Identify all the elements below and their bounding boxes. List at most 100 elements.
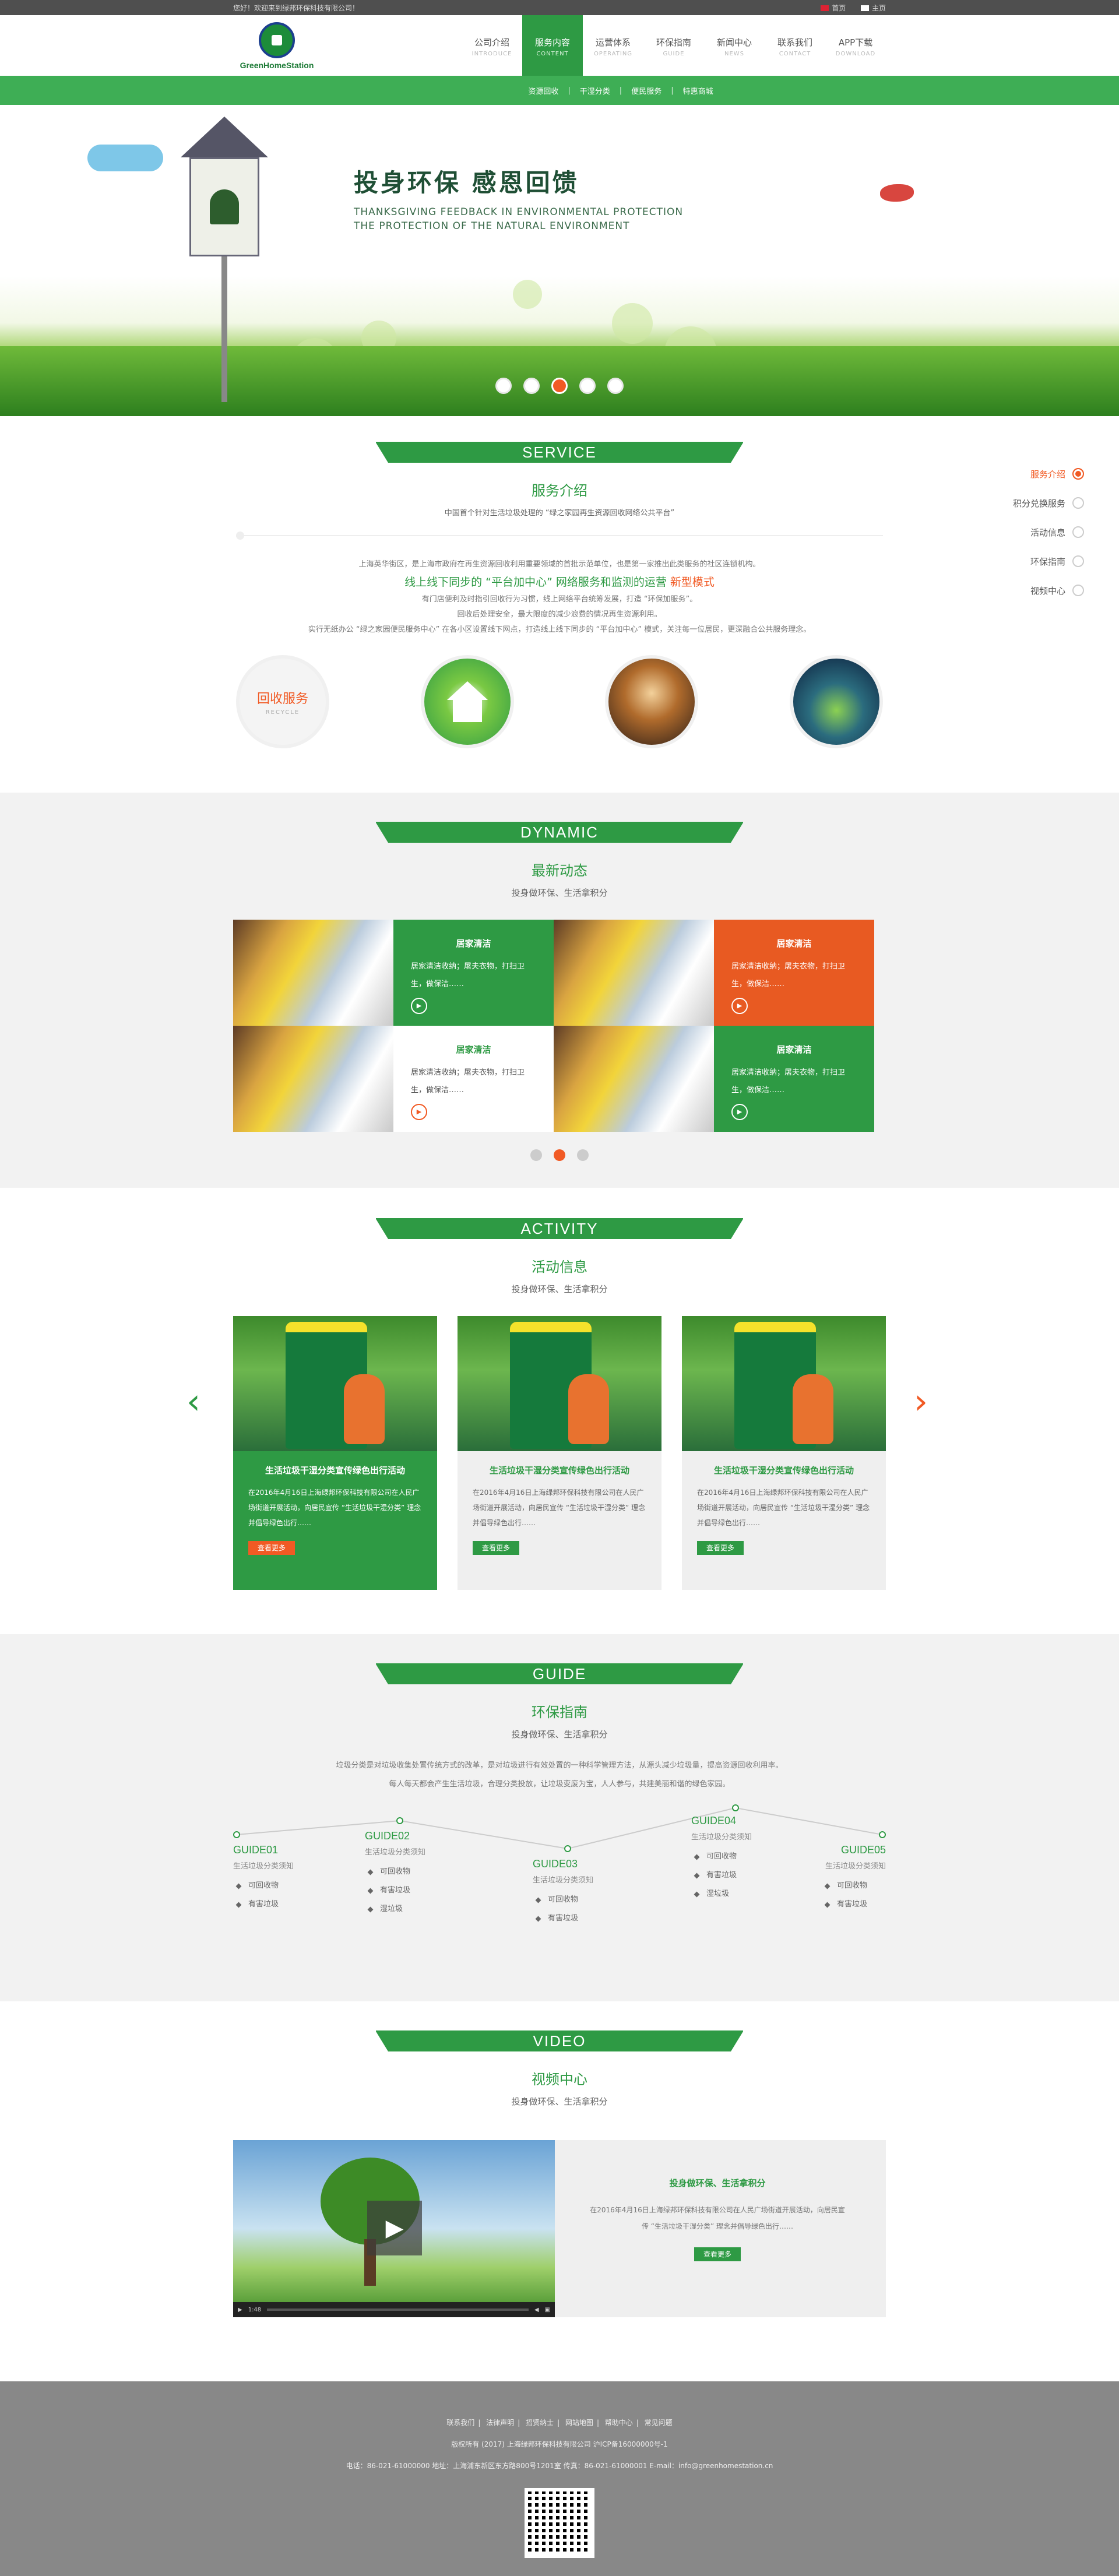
copyright: 版权所有 (2017) 上海绿邦环保科技有限公司 沪ICP备16000000号-… [451,2440,668,2448]
news-card[interactable]: 居家清洁 居家清洁收纳；屠夫衣物，打扫卫生，做保洁…… ▶ [393,920,554,1026]
news-card[interactable]: 居家清洁 居家清洁收纳；屠夫衣物，打扫卫生，做保洁…… ▶ [393,1026,554,1132]
chevron-left-icon[interactable]: ‹ [186,1384,205,1419]
footer-link[interactable]: 联系我们 [446,2419,474,2427]
news-card[interactable]: 居家清洁 居家清洁收纳；屠夫衣物，打扫卫生，做保洁…… ▶ [714,920,874,1026]
slide-dot-4[interactable] [579,378,596,394]
news-photo[interactable] [233,920,393,1026]
nav-download[interactable]: APP下载 DOWNLOAD [825,15,886,76]
news-photo[interactable] [554,920,714,1026]
lang-en-link[interactable]: 主页 [860,4,886,12]
side-nav-points[interactable]: 积分兑换服务 [991,488,1084,518]
china-flag-icon [821,5,829,11]
logo[interactable]: GreenHomeStation [233,22,321,70]
footer-link[interactable]: 招贤纳士 [526,2419,554,2427]
service-ribbon: SERVICE [375,442,744,463]
subnav-service[interactable]: 便民服务 [631,85,661,96]
footer-link[interactable]: 常见问题 [645,2419,673,2427]
service-subtitle: 中国首个针对生活垃圾处理的 “绿之家园再生资源回收网络公共平台” [444,509,675,518]
video-player[interactable]: ▶ ▶ 1:48 ◀ ▣ [233,2140,555,2317]
page-dot-2[interactable] [554,1149,565,1161]
guide-step-5[interactable]: GUIDE05 生活垃圾分类须知 可回收物 有害垃圾 [798,1844,886,1914]
video-controls: ▶ 1:48 ◀ ▣ [233,2302,555,2317]
footer-link[interactable]: 法律声明 [486,2419,514,2427]
activity-card[interactable]: 生活垃圾干湿分类宣传绿色出行活动 在2016年4月16日上海绿邦环保科技有限公司在… [458,1316,661,1590]
play-icon[interactable]: ▶ [367,2201,422,2255]
activity-photo [682,1316,886,1451]
side-nav-video[interactable]: 视频中心 [991,576,1084,605]
subnav-recycle[interactable]: 资源回收 [528,85,558,96]
subnav-mall[interactable]: 特惠商城 [683,85,713,96]
house-circle[interactable] [420,655,514,748]
logo-text: GreenHomeStation [240,61,314,70]
volume-icon[interactable]: ◀ [534,2307,539,2313]
house-icon [446,681,488,722]
banner-subtitle: THANKSGIVING FEEDBACK IN ENVIRONMENTAL P… [354,206,684,232]
guide-step-3[interactable]: GUIDE03 生活垃圾分类须知 可回收物 有害垃圾 [533,1858,620,1928]
contact-info: 电话：86-021-61000000 地址：上海浦东新区东方路800号1201室… [346,2462,773,2470]
qr-code-icon [525,2488,594,2558]
video-more-button[interactable]: 查看更多 [694,2247,741,2261]
slide-dot-5[interactable] [607,378,624,394]
guide-timeline: GUIDE01 生活垃圾分类须知 可回收物 有害垃圾 GUIDE02 生活垃圾分类须知可… [233,1804,886,1957]
more-button[interactable]: 查看更多 [697,1541,744,1555]
side-nav-service[interactable]: 服务介绍 [991,459,1084,488]
footer-link[interactable]: 网站地图 [565,2419,593,2427]
sprout-photo-circle[interactable] [789,655,883,748]
progress-line [236,532,883,540]
more-button[interactable]: 查看更多 [473,1541,520,1555]
nav-news[interactable]: 新闻中心 NEWS [704,15,765,76]
more-button[interactable]: 查看更多 [248,1541,295,1555]
footer-link[interactable]: 帮助中心 [605,2419,633,2427]
side-nav: 服务介绍 积分兑换服务 活动信息 环保指南 视频中心 [991,459,1084,605]
nav-content[interactable]: 服务内容 CONTENT [522,15,583,76]
play-icon[interactable]: ▶ [411,1104,427,1120]
guide-subtitle: 投身做环保、生活拿积分 [511,1729,608,1740]
sub-nav: 资源回收 | 干湿分类 | 便民服务 | 特惠商城 [0,76,1119,105]
news-photo[interactable] [554,1026,714,1132]
nav-operating[interactable]: 运营体系 OPERATING [583,15,643,76]
slide-dot-2[interactable] [523,378,540,394]
recycle-service-circle[interactable]: 回收服务 RECYCLE [236,655,329,748]
dynamic-section: DYNAMIC 最新动态 投身做环保、生活拿积分 居家清洁 居家清洁收纳；屠夫衣物… [0,793,1119,1188]
activity-card[interactable]: 生活垃圾干湿分类宣传绿色出行活动 在2016年4月16日上海绿邦环保科技有限公司在… [233,1316,437,1590]
birdhouse-icon [181,117,268,402]
play-icon[interactable]: ▶ [731,998,748,1014]
chevron-right-icon[interactable]: › [914,1384,932,1419]
guide-point [879,1831,886,1838]
service-title: 服务介绍 [532,483,587,499]
fullscreen-icon[interactable]: ▣ [545,2307,550,2313]
news-photo[interactable] [233,1026,393,1132]
nav-introduce[interactable]: 公司介绍 INTRODUCE [462,15,522,76]
lang-cn-link[interactable]: 首页 [821,4,846,12]
video-section: VIDEO 视频中心 投身做环保、生活拿积分 ▶ ▶ 1:48 ◀ ▣ 投身做环… [0,2001,1119,2381]
page-dot-3[interactable] [577,1149,589,1161]
play-icon[interactable]: ▶ [731,1104,748,1120]
guide-step-1[interactable]: GUIDE01 生活垃圾分类须知 可回收物 有害垃圾 [233,1844,321,1914]
guide-ribbon: GUIDE [375,1663,744,1684]
play-small-icon[interactable]: ▶ [238,2307,242,2313]
nav-guide[interactable]: 环保指南 GUIDE [643,15,704,76]
service-intro: 上海英华街区，是上海市政府在再生资源回收利用重要领域的首批示范单位，也是第一家推… [308,560,811,634]
nav-contact[interactable]: 联系我们 CONTACT [765,15,825,76]
guide-point [564,1845,571,1852]
guide-step-4[interactable]: GUIDE04 生活垃圾分类须知 可回收物 有害垃圾 湿垃圾 [691,1815,779,1903]
side-nav-activity[interactable]: 活动信息 [991,518,1084,547]
guide-step-2[interactable]: GUIDE02 生活垃圾分类须知 可回收物 有害垃圾 湿垃圾 [365,1830,452,1919]
guide-section: GUIDE 环保指南 投身做环保、生活拿积分 垃圾分类是对垃圾收集处置传统方式的… [0,1634,1119,2001]
activity-card[interactable]: 生活垃圾干湿分类宣传绿色出行活动 在2016年4月16日上海绿邦环保科技有限公司在… [682,1316,886,1590]
page-dot-1[interactable] [530,1149,542,1161]
award-photo-circle[interactable] [605,655,699,748]
video-seekbar[interactable] [267,2308,529,2311]
video-subtitle: 投身做环保、生活拿积分 [511,2096,608,2107]
activity-ribbon: ACTIVITY [375,1218,744,1239]
side-nav-guide[interactable]: 环保指南 [991,547,1084,576]
banner-pagination [0,378,1119,394]
play-icon[interactable]: ▶ [411,998,427,1014]
service-circles: 回收服务 RECYCLE [233,655,886,748]
service-section: SERVICE 服务介绍 中国首个针对生活垃圾处理的 “绿之家园再生资源回收网络… [0,416,1119,793]
flag-icon [860,5,869,11]
slide-dot-3[interactable] [551,378,568,394]
subnav-sorting[interactable]: 干湿分类 [580,85,610,96]
slide-dot-1[interactable] [495,378,512,394]
news-card[interactable]: 居家清洁 居家清洁收纳；屠夫衣物，打扫卫生，做保洁…… ▶ [714,1026,874,1132]
